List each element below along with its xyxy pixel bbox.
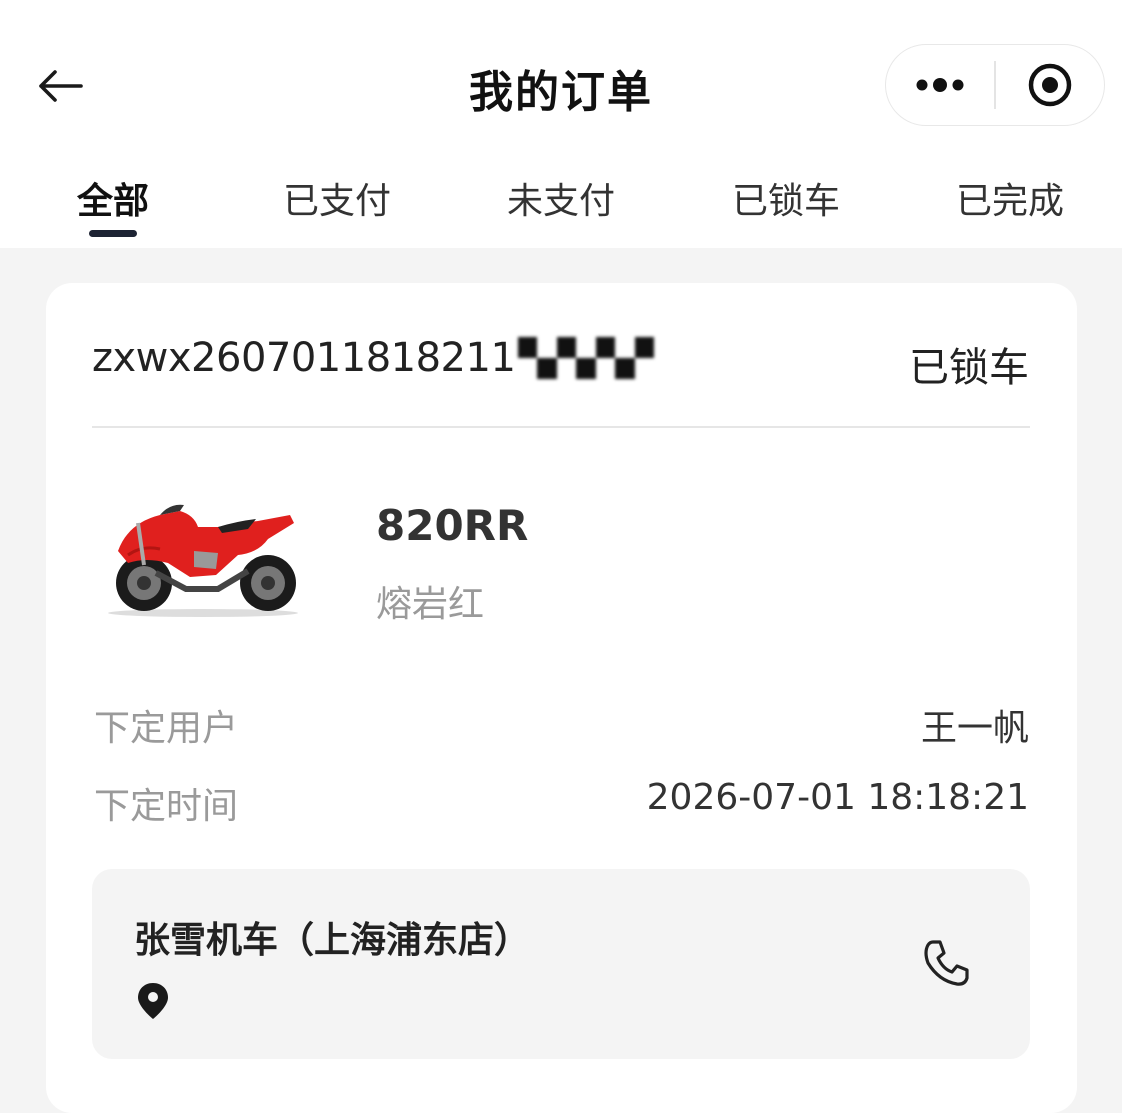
more-dots-icon bbox=[916, 78, 964, 92]
more-menu-button[interactable] bbox=[886, 44, 994, 126]
product-color: 熔岩红 bbox=[376, 584, 485, 625]
target-circle-icon bbox=[1028, 63, 1072, 107]
card-divider bbox=[92, 426, 1030, 428]
tab-all[interactable]: 全部 bbox=[77, 172, 149, 224]
tab-completed[interactable]: 已完成 bbox=[956, 172, 1064, 224]
tab-paid[interactable]: 已支付 bbox=[283, 172, 391, 224]
order-time-label: 下定时间 bbox=[94, 786, 239, 827]
order-number-redaction-mosaic bbox=[518, 337, 654, 379]
order-number: zxwx2607011818211 bbox=[92, 335, 516, 381]
close-mini-program-button[interactable] bbox=[996, 44, 1104, 126]
tab-unpaid[interactable]: 未支付 bbox=[507, 172, 615, 224]
location-pin-icon[interactable] bbox=[136, 981, 170, 1021]
order-status-badge: 已锁车 bbox=[909, 345, 1029, 391]
order-time-value: 2026-07-01 18:18:21 bbox=[646, 777, 1029, 818]
order-tabs: 全部 已支付 未支付 已锁车 已完成 bbox=[0, 160, 1122, 248]
tab-locked[interactable]: 已锁车 bbox=[732, 172, 840, 224]
store-info-panel[interactable]: 张雪机车（上海浦东店） bbox=[92, 869, 1030, 1059]
store-name: 张雪机车（上海浦东店） bbox=[134, 920, 531, 961]
mini-program-capsule bbox=[885, 44, 1105, 126]
tab-active-indicator bbox=[89, 230, 137, 237]
call-store-button[interactable] bbox=[918, 935, 974, 991]
ordering-user-value: 王一帆 bbox=[920, 708, 1029, 749]
top-bar: 我的订单 全部 已支付 未支付 已锁车 已完成 bbox=[0, 0, 1122, 248]
order-card[interactable]: zxwx2607011818211 已锁车 820RR 熔岩红 下定用户 王一帆… bbox=[46, 283, 1077, 1113]
ordering-user-label: 下定用户 bbox=[94, 708, 239, 749]
product-model: 820RR bbox=[376, 501, 529, 550]
phone-icon bbox=[924, 940, 969, 986]
red-motorcycle-image bbox=[108, 504, 298, 617]
